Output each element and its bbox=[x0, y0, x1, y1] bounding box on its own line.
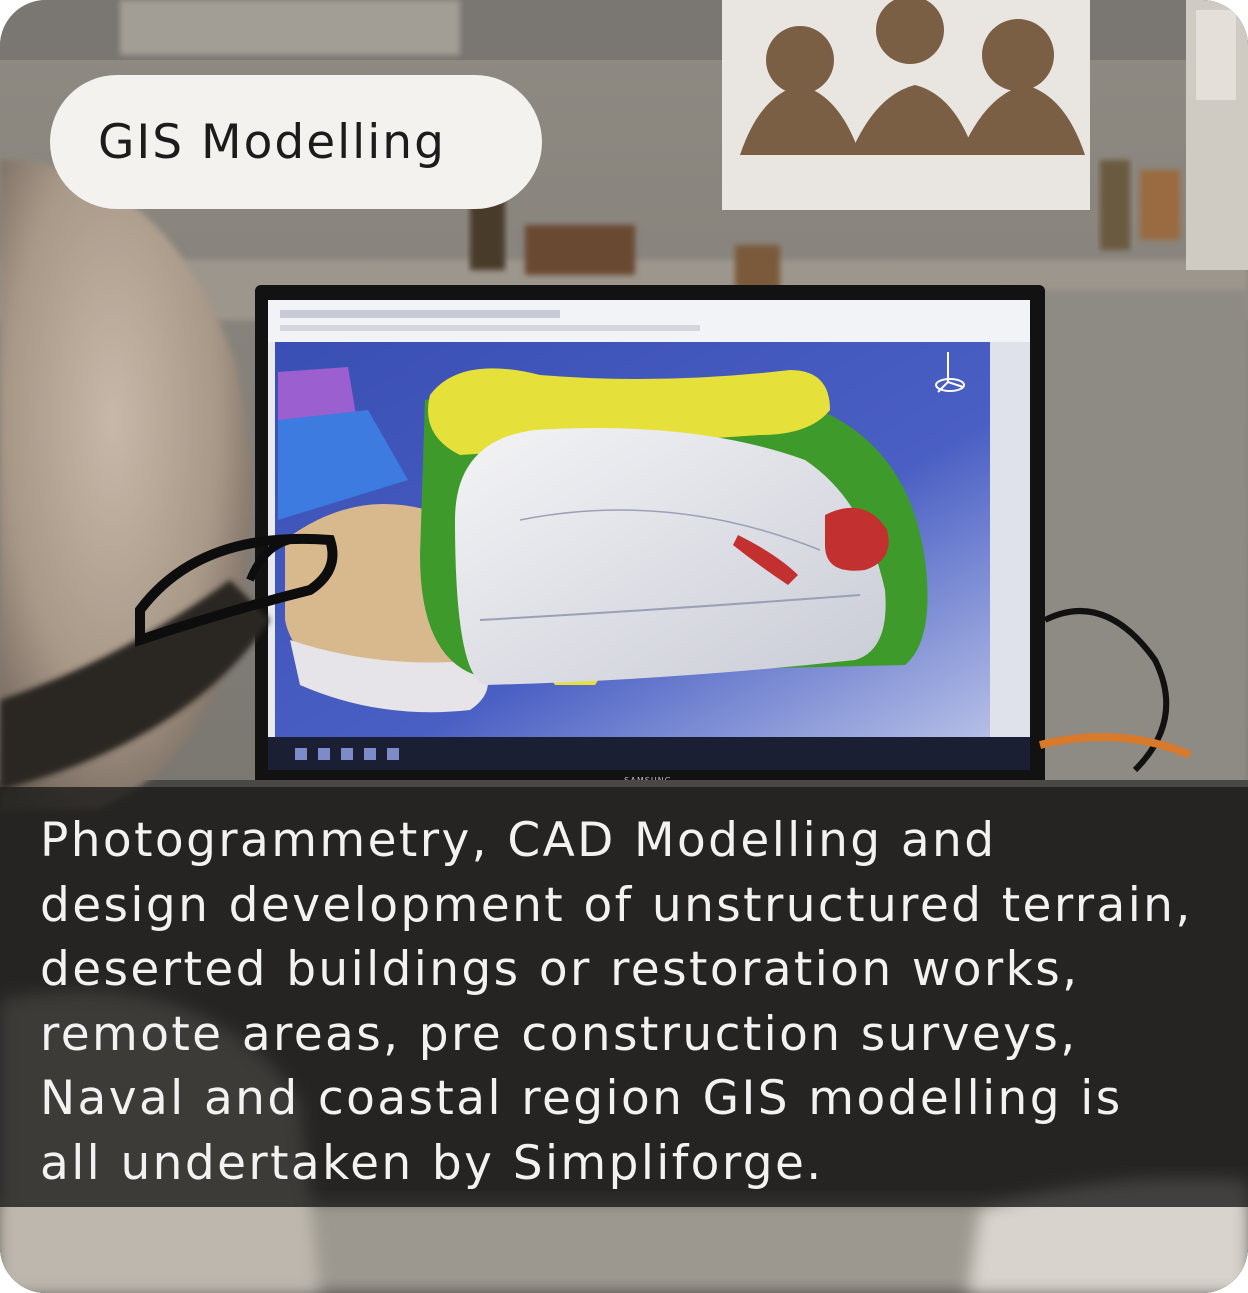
caption-line: all undertaken by Simpliforge. bbox=[40, 1135, 824, 1191]
caption-line: design development of unstructured terra… bbox=[40, 877, 1193, 933]
caption-text: Photogrammetry, CAD Modelling and design… bbox=[40, 809, 1248, 1196]
service-card[interactable]: SAMSUNG bbox=[0, 0, 1248, 1293]
badge-label: GIS Modelling bbox=[98, 114, 446, 170]
caption-line: Photogrammetry, CAD Modelling and bbox=[40, 813, 997, 868]
caption-line: Naval and coastal region GIS modelling i… bbox=[40, 1071, 1123, 1126]
caption-panel: Photogrammetry, CAD Modelling and design… bbox=[0, 787, 1248, 1207]
caption-line: deserted buildings or restoration works, bbox=[40, 942, 1080, 997]
category-badge: GIS Modelling bbox=[50, 75, 542, 209]
caption-line: remote areas, pre construction surveys, bbox=[40, 1006, 1078, 1062]
